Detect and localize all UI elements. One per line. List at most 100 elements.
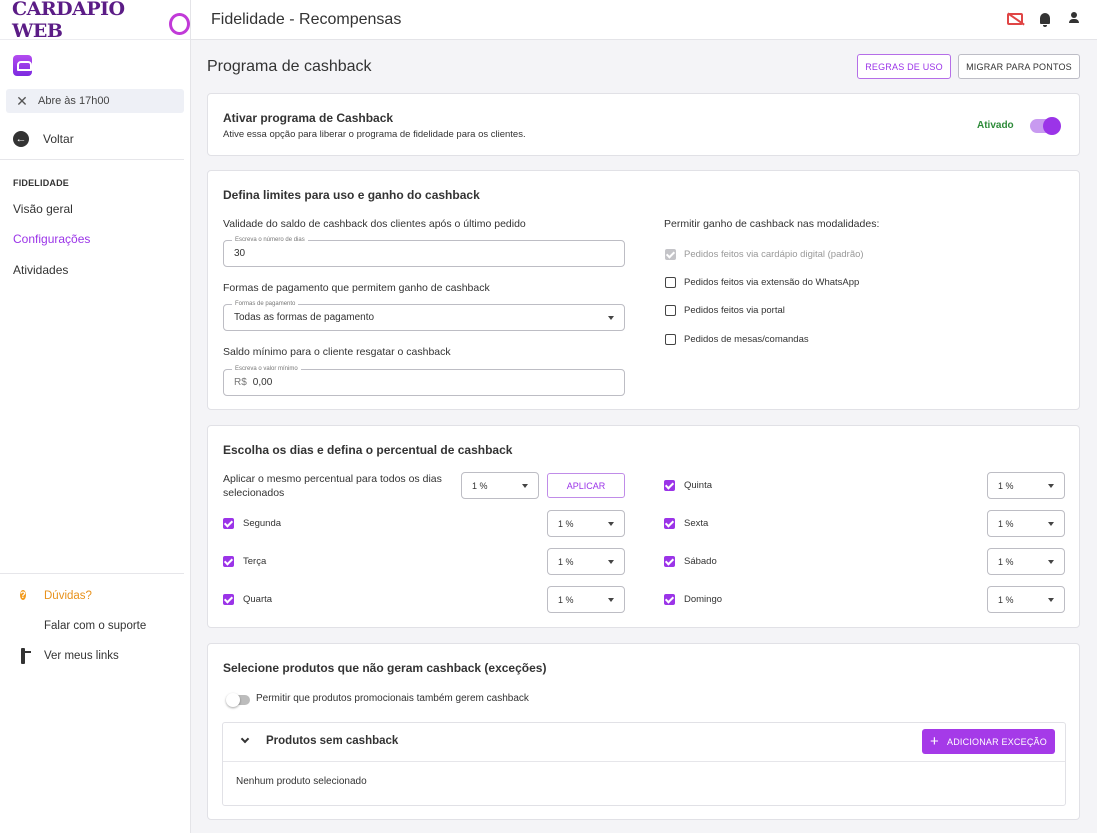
caret-down-icon <box>608 560 614 564</box>
day-percent-select[interactable]: 1 % <box>987 510 1065 537</box>
add-exception-label: ADICIONAR EXCEÇÃO <box>947 736 1047 747</box>
sidebar-item-atividades[interactable]: Atividades <box>13 263 68 277</box>
modality-checkbox-whatsapp[interactable] <box>665 277 676 288</box>
payment-select[interactable]: Formas de pagamento Todas as formas de p… <box>223 300 625 331</box>
days-title: Escolha os dias e defina o percentual de… <box>223 443 513 457</box>
payment-value: Todas as formas de pagamento <box>234 312 375 323</box>
links-icon <box>21 648 25 664</box>
validity-label: Validade do saldo de cashback dos client… <box>223 218 526 230</box>
day-percent-value: 1 % <box>998 518 1014 529</box>
top-bar: Fidelidade - Recompensas <box>191 0 1097 40</box>
migrate-points-button[interactable]: MIGRAR PARA PONTOS <box>958 54 1080 79</box>
day-percent-select[interactable]: 1 % <box>547 548 625 575</box>
day-checkbox-quarta[interactable] <box>223 594 234 605</box>
day-checkbox-sabado[interactable] <box>664 556 675 567</box>
logo-mark-icon <box>169 12 190 35</box>
page-header-title: Fidelidade - Recompensas <box>211 10 402 28</box>
plus-icon: + <box>930 732 940 750</box>
day-percent-select[interactable]: 1 % <box>987 586 1065 613</box>
caret-down-icon <box>1048 560 1054 564</box>
caret-down-icon <box>608 522 614 526</box>
day-percent-value: 1 % <box>998 594 1014 605</box>
day-checkbox-segunda[interactable] <box>223 518 234 529</box>
back-label: Voltar <box>43 132 74 146</box>
modalities-label: Permitir ganho de cashback nas modalidad… <box>664 218 880 230</box>
day-percent-value: 1 % <box>998 556 1014 567</box>
section-heading: FIDELIDADE <box>13 178 69 188</box>
exceptions-title: Selecione produtos que não geram cashbac… <box>223 661 547 675</box>
apply-button[interactable]: APLICAR <box>547 473 625 498</box>
day-checkbox-terca[interactable] <box>223 556 234 567</box>
modality-checkbox-digital <box>665 249 676 260</box>
store-status-text: Abre às 17h00 <box>38 95 110 107</box>
divider <box>0 573 184 574</box>
limits-title: Defina limites para uso e ganho do cashb… <box>223 188 480 202</box>
minimum-legend: Escreva o valor mínimo <box>232 365 301 373</box>
support-link[interactable]: Falar com o suporte <box>16 620 146 632</box>
modality-label: Pedidos feitos via portal <box>684 305 785 316</box>
payment-legend: Formas de pagamento <box>232 300 299 308</box>
arrow-left-icon: ← <box>13 131 29 147</box>
minimum-value: 0,00 <box>252 377 273 388</box>
apply-all-label: Aplicar o mesmo percentual para todos os… <box>223 473 442 499</box>
day-label: Sábado <box>684 556 717 567</box>
help-link[interactable]: ? Dúvidas? <box>16 589 92 602</box>
logo-text: CARDÁPIO WEB <box>12 0 125 42</box>
day-percent-select[interactable]: 1 % <box>547 510 625 537</box>
day-label: Segunda <box>243 518 282 529</box>
apply-all-value: 1 % <box>472 480 488 491</box>
modality-label: Pedidos de mesas/comandas <box>684 334 809 345</box>
tv-off-icon[interactable] <box>1007 13 1023 25</box>
sidebar-item-configuracoes[interactable]: Configurações <box>13 232 90 246</box>
activate-description: Ative essa opção para liberar o programa… <box>223 129 526 140</box>
brand-logo[interactable]: CARDÁPIO WEB <box>0 0 190 42</box>
divider <box>0 159 184 160</box>
caret-down-icon <box>1048 484 1054 488</box>
modality-checkbox-tables[interactable] <box>665 334 676 345</box>
chevron-down-icon[interactable] <box>240 734 250 744</box>
support-label: Falar com o suporte <box>44 620 147 632</box>
minimum-label: Saldo mínimo para o cliente resgatar o c… <box>223 346 451 358</box>
exceptions-card: Selecione produtos que não geram cashbac… <box>207 643 1080 820</box>
back-link[interactable]: ← Voltar <box>13 131 74 147</box>
store-icon[interactable] <box>13 55 32 76</box>
payment-label: Formas de pagamento que permitem ganho d… <box>223 282 490 294</box>
modality-checkbox-portal[interactable] <box>665 305 676 316</box>
close-icon: ✕ <box>16 92 28 109</box>
store-status[interactable]: ✕ Abre às 17h00 <box>6 89 184 113</box>
day-checkbox-domingo[interactable] <box>664 594 675 605</box>
day-checkbox-quinta[interactable] <box>664 480 675 491</box>
caret-down-icon <box>1048 598 1054 602</box>
day-percent-select[interactable]: 1 % <box>987 472 1065 499</box>
caret-down-icon <box>608 316 614 320</box>
links-link[interactable]: Ver meus links <box>16 648 119 664</box>
activate-status: Ativado <box>977 120 1014 131</box>
day-checkbox-sexta[interactable] <box>664 518 675 529</box>
modality-label: Pedidos feitos via extensão do WhatsApp <box>684 277 860 288</box>
bell-icon[interactable] <box>1040 12 1050 27</box>
promo-toggle[interactable] <box>226 693 250 707</box>
day-percent-select[interactable]: 1 % <box>547 586 625 613</box>
caret-down-icon <box>608 598 614 602</box>
validity-input[interactable]: Escreva o número de dias 30 <box>223 236 625 267</box>
limits-card: Defina limites para uso e ganho do cashb… <box>207 170 1080 410</box>
apply-all-select[interactable]: 1 % <box>461 472 539 499</box>
add-exception-button[interactable]: + ADICIONAR EXCEÇÃO <box>922 729 1055 754</box>
day-percent-select[interactable]: 1 % <box>987 548 1065 575</box>
sidebar: CARDÁPIO WEB ✕ Abre às 17h00 ← Voltar FI… <box>0 0 191 833</box>
sidebar-item-visao-geral[interactable]: Visão geral <box>13 202 73 216</box>
cashback-toggle[interactable] <box>1030 117 1061 135</box>
day-percent-value: 1 % <box>558 556 574 567</box>
day-label: Quinta <box>684 480 712 491</box>
empty-state: Nenhum produto selecionado <box>236 776 367 787</box>
rules-button[interactable]: REGRAS DE USO <box>857 54 951 79</box>
caret-down-icon <box>522 484 528 488</box>
validity-legend: Escreva o número de dias <box>232 236 308 244</box>
user-icon[interactable] <box>1067 10 1081 24</box>
minimum-input[interactable]: Escreva o valor mínimo R$ 0,00 <box>223 365 625 396</box>
exceptions-panel: Produtos sem cashback + ADICIONAR EXCEÇÃ… <box>222 722 1066 806</box>
promo-toggle-label: Permitir que produtos promocionais també… <box>256 693 529 704</box>
page-title: Programa de cashback <box>207 58 372 75</box>
panel-title: Produtos sem cashback <box>266 735 399 747</box>
help-icon: ? <box>20 590 26 600</box>
